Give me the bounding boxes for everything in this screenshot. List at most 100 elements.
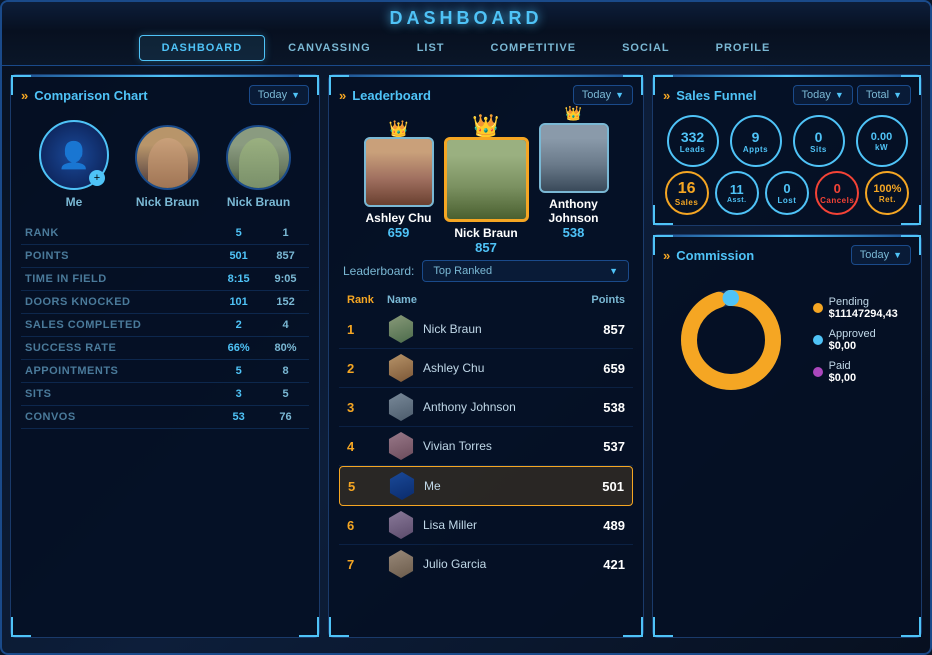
commission-dropdown[interactable]: Today ▼ (851, 245, 911, 265)
other-label: Nick Braun (136, 195, 199, 209)
lb-player: Ashley Chu (387, 354, 545, 382)
lb-list: 1 Nick Braun 857 2 Ashley Chu 659 3 Anth… (339, 310, 633, 580)
podium-first-points: 857 (475, 240, 497, 255)
lb-row[interactable]: 6 Lisa Miller 489 (339, 506, 633, 545)
lb-row[interactable]: 7 Julio Garcia 421 (339, 545, 633, 580)
nav-canvassing[interactable]: CANVASSING (265, 35, 394, 61)
title-bar: DASHBOARD (2, 2, 930, 31)
lb-row[interactable]: 3 Anthony Johnson 538 (339, 388, 633, 427)
paid-legend-text: Paid $0,00 (829, 360, 857, 384)
funnel-dropdown-2[interactable]: Total ▼ (857, 85, 911, 105)
funnel-leads: 332 Leads (663, 115, 722, 167)
funnel-dropdown-1[interactable]: Today ▼ (793, 85, 853, 105)
chevron-icon: » (21, 88, 28, 103)
leaderboard-dropdown[interactable]: Today ▼ (573, 85, 633, 105)
comparison-dropdown[interactable]: Today ▼ (249, 85, 309, 105)
approved-dot (813, 335, 823, 345)
podium-first-avatar (444, 137, 529, 222)
commission-chart: Pending $11147294,43 Approved $0,00 (663, 275, 911, 405)
other-avatar (135, 125, 200, 190)
lb-player: Lisa Miller (387, 511, 545, 539)
lb-avatar (387, 511, 415, 539)
stats-row-me: 2 (215, 314, 262, 337)
me-icon: 👤 (58, 140, 90, 171)
podium-second-name: Ashley Chu (365, 211, 431, 225)
lb-row[interactable]: 4 Vivian Torres 537 (339, 427, 633, 466)
commission-legend: Pending $11147294,43 Approved $0,00 (813, 296, 898, 384)
lb-rank-num: 2 (347, 361, 387, 376)
stats-row-other: 5 (262, 383, 309, 406)
me-avatar-col: 👤 + Me (39, 120, 109, 209)
funnel-cancels: 0 Cancels (814, 171, 861, 215)
nav-list[interactable]: LIST (394, 35, 468, 61)
lb-player: Me (388, 472, 544, 500)
paid-legend-item: Paid $0,00 (813, 360, 898, 384)
stats-row-me: 66% (215, 337, 262, 360)
funnel-row-1: 332 Leads 9 Appts 0 Sits (663, 115, 911, 167)
stats-row-label: SUCCESS RATE (21, 337, 215, 360)
stats-table: RANK 5 1 POINTS 501 857 TIME IN FIELD 8:… (21, 222, 309, 429)
sits-cell: 0 Sits (793, 115, 845, 167)
nav-social[interactable]: SOCIAL (599, 35, 693, 61)
stats-row-label: CONVOS (21, 406, 215, 429)
leads-cell: 332 Leads (667, 115, 719, 167)
funnel-retention: 100% Ret. (864, 171, 911, 215)
funnel-assisted: 11 Asst. (713, 171, 760, 215)
funnel-sits: 0 Sits (789, 115, 848, 167)
nav-profile[interactable]: PROFILE (693, 35, 794, 61)
comparison-chart-panel: » Comparison Chart Today ▼ 👤 + Me (10, 74, 320, 638)
lb-row[interactable]: 5 Me 501 (339, 466, 633, 506)
lb-rank-num: 6 (347, 518, 387, 533)
lb-row[interactable]: 1 Nick Braun 857 (339, 310, 633, 349)
lb-dropdown-arrow-icon: ▼ (615, 90, 624, 100)
podium-first-name: Nick Braun (454, 226, 517, 240)
stats-row-me: 101 (215, 291, 262, 314)
stats-row: TIME IN FIELD 8:15 9:05 (21, 268, 309, 291)
leaderboard-header: » Leaderboard Today ▼ (339, 85, 633, 105)
nav-dashboard[interactable]: DASHBOARD (139, 35, 266, 61)
pending-legend-text: Pending $11147294,43 (829, 296, 898, 320)
second-other-label: Nick Braun (227, 195, 290, 209)
lb-player: Anthony Johnson (387, 393, 545, 421)
lb-rank-num: 3 (347, 400, 387, 415)
podium-third: 👑 AnthonyJohnson 538 (539, 123, 609, 240)
lb-player-name: Anthony Johnson (423, 400, 516, 414)
nav-competitive[interactable]: COMPETITIVE (468, 35, 600, 61)
lb-player-name: Julio Garcia (423, 557, 486, 571)
pending-dot (813, 303, 823, 313)
stats-row-me: 5 (215, 222, 262, 245)
stats-row: DOORS KNOCKED 101 152 (21, 291, 309, 314)
lb-chevron-icon: » (339, 88, 346, 103)
lb-points: 857 (545, 322, 625, 337)
lb-points: 501 (544, 479, 624, 494)
stats-row: SITS 3 5 (21, 383, 309, 406)
stats-row-label: SALES COMPLETED (21, 314, 215, 337)
approved-legend-text: Approved $0,00 (829, 328, 876, 352)
funnel-sales: 16 Sales (663, 171, 710, 215)
lb-rank-num: 5 (348, 479, 388, 494)
lb-filter-dropdown[interactable]: Top Ranked ▼ (422, 260, 629, 282)
funnel-dropdowns: Today ▼ Total ▼ (793, 85, 911, 105)
add-icon: + (89, 170, 105, 186)
appointments-cell: 9 Appts (730, 115, 782, 167)
content-area: » Comparison Chart Today ▼ 👤 + Me (2, 66, 930, 646)
me-avatar: 👤 + (39, 120, 109, 190)
sales-funnel-title: » Sales Funnel (663, 88, 756, 103)
points-header: Points (545, 294, 625, 306)
stats-row: SUCCESS RATE 66% 80% (21, 337, 309, 360)
fd1-arrow-icon: ▼ (835, 90, 844, 100)
stats-row-label: APPOINTMENTS (21, 360, 215, 383)
lb-row[interactable]: 2 Ashley Chu 659 (339, 349, 633, 388)
podium-first-avatar-wrap: 👑 (444, 137, 529, 222)
nav-bar: DASHBOARD CANVASSING LIST COMPETITIVE SO… (2, 31, 930, 66)
stats-row-other: 76 (262, 406, 309, 429)
sf-chevron-icon: » (663, 88, 670, 103)
paid-dot (813, 367, 823, 377)
lb-player-name: Me (424, 479, 441, 493)
lost-cell: 0 Lost (765, 171, 809, 215)
right-panel: » Sales Funnel Today ▼ Total ▼ (652, 74, 922, 638)
lb-table-header: Rank Name Points (339, 290, 633, 310)
second-other-avatar-col: Nick Braun (226, 125, 291, 209)
lb-player-name: Vivian Torres (423, 439, 492, 453)
commission-panel: » Commission Today ▼ (652, 234, 922, 638)
